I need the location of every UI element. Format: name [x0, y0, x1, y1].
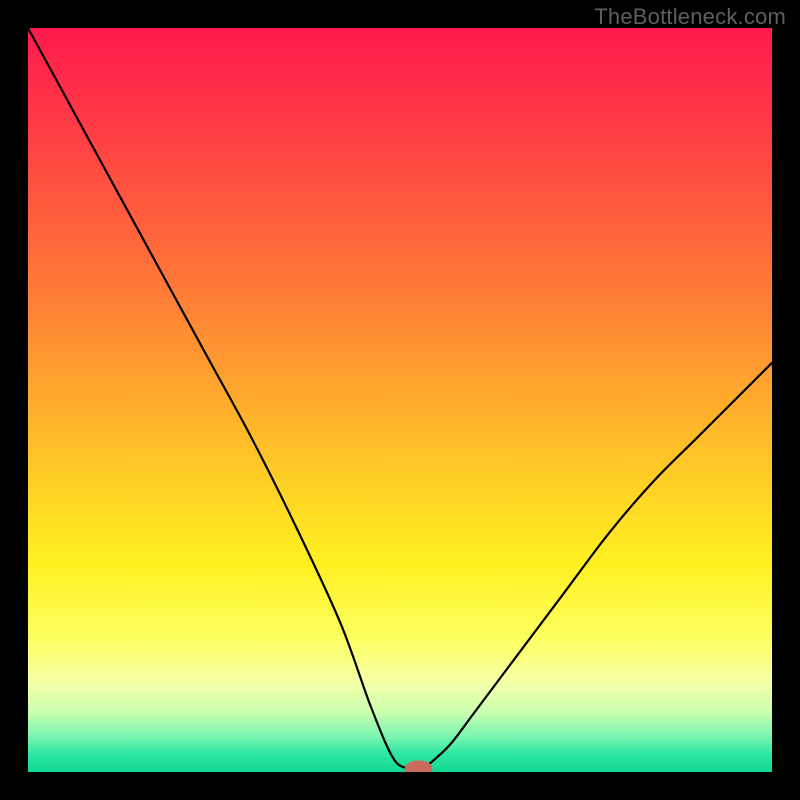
chart-frame: TheBottleneck.com: [0, 0, 800, 800]
plot-area: [28, 28, 772, 772]
gradient-background: [28, 28, 772, 772]
watermark-text: TheBottleneck.com: [594, 4, 786, 30]
chart-svg: [28, 28, 772, 772]
